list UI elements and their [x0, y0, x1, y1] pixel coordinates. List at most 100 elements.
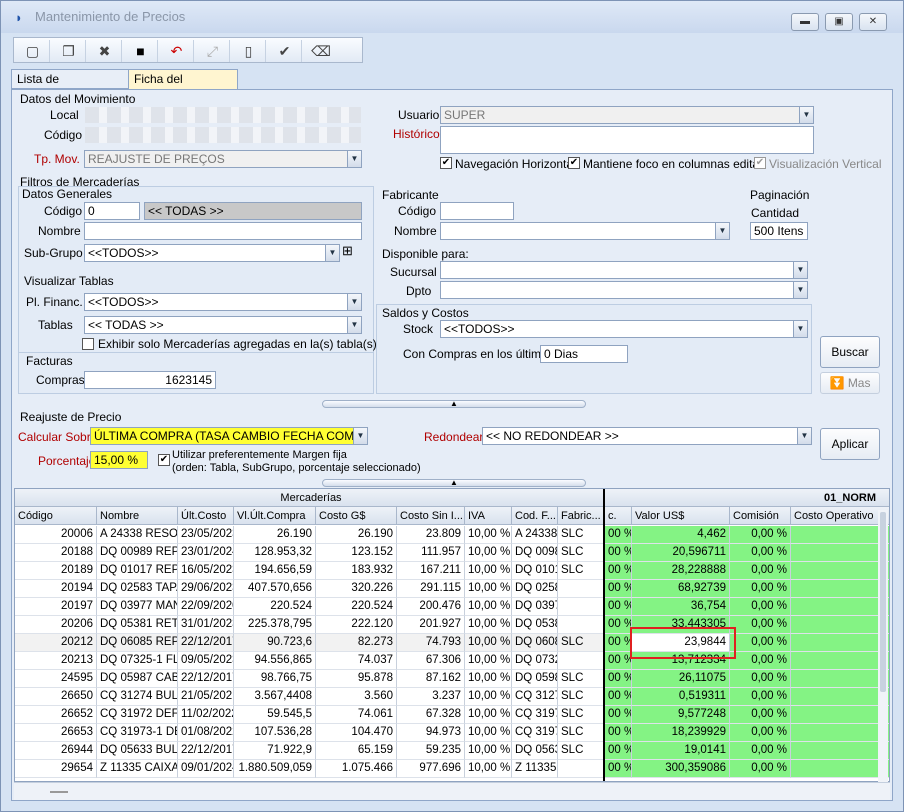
table-cell[interactable]: 98.766,75 — [234, 670, 316, 688]
table-cell[interactable]: 20188 — [15, 544, 97, 562]
table-cell[interactable]: 19,0141 — [632, 742, 730, 760]
table-cell[interactable]: 20189 — [15, 562, 97, 580]
table-cell[interactable]: 0,00 % — [730, 670, 791, 688]
table-cell[interactable]: DQ 0732 — [512, 652, 558, 670]
table-cell[interactable]: SLC — [558, 634, 605, 652]
aplicar-button[interactable]: Aplicar — [820, 428, 880, 460]
redondear-select[interactable]: << NO REDONDEAR >> ▼ — [482, 427, 812, 445]
table-cell[interactable]: 320.226 — [316, 580, 397, 598]
table-cell[interactable]: DQ 07325-1 FL — [97, 652, 178, 670]
table-cell[interactable]: 09/01/2024 — [178, 760, 234, 778]
table-cell[interactable]: 0 — [791, 706, 889, 724]
table-cell[interactable]: 0,00 % — [730, 616, 791, 634]
table-cell[interactable]: 00 % — [605, 670, 632, 688]
column-header[interactable]: Nombre — [97, 507, 178, 525]
table-cell[interactable]: 0,00 % — [730, 634, 791, 652]
table-cell[interactable]: 10,00 % — [465, 724, 512, 742]
table-cell[interactable]: 23.809 — [397, 526, 465, 544]
table-cell[interactable]: 3.560 — [316, 688, 397, 706]
table-cell[interactable]: 26652 — [15, 706, 97, 724]
table-cell[interactable]: 10,00 % — [465, 742, 512, 760]
table-cell[interactable]: 0,00 % — [730, 598, 791, 616]
fab-codigo-input[interactable] — [440, 202, 514, 220]
column-header[interactable]: c. — [605, 507, 632, 525]
table-cell[interactable]: 26650 — [15, 688, 97, 706]
table-cell[interactable]: 10,00 % — [465, 652, 512, 670]
column-header[interactable]: Fabric... — [558, 507, 605, 525]
table-cell[interactable]: 9,577248 — [632, 706, 730, 724]
table-cell[interactable]: 0 — [791, 670, 889, 688]
local-field[interactable] — [84, 106, 362, 124]
table-cell[interactable]: DQ 01017 REP. — [97, 562, 178, 580]
table-cell[interactable]: DQ 0258 — [512, 580, 558, 598]
table-cell[interactable]: 0 — [791, 544, 889, 562]
table-cell[interactable]: 20197 — [15, 598, 97, 616]
table-cell[interactable]: 977.696 — [397, 760, 465, 778]
table-cell[interactable]: 24595 — [15, 670, 97, 688]
table-cell[interactable]: 28,228888 — [632, 562, 730, 580]
table-cell[interactable]: CQ 3127 — [512, 688, 558, 706]
table-cell[interactable]: 0 — [791, 742, 889, 760]
table-cell[interactable]: 01/08/2022 — [178, 724, 234, 742]
visualizacion-checkbox[interactable]: ✔ — [754, 157, 766, 169]
table-cell[interactable]: 00 % — [605, 544, 632, 562]
table-cell[interactable]: 00 % — [605, 652, 632, 670]
table-cell[interactable]: 20213 — [15, 652, 97, 670]
margen-checkbox[interactable]: ✔ — [158, 454, 170, 466]
table-cell[interactable]: CQ 31274 BULO — [97, 688, 178, 706]
table-cell[interactable]: 300,359086 — [632, 760, 730, 778]
table-cell[interactable]: 3.237 — [397, 688, 465, 706]
table-cell[interactable]: A 24338 RESOI — [97, 526, 178, 544]
table-cell[interactable]: DQ 05987 CABI — [97, 670, 178, 688]
vertical-scrollbar[interactable] — [878, 510, 888, 782]
table-cell[interactable]: 65.159 — [316, 742, 397, 760]
historico-field[interactable] — [440, 126, 814, 154]
table-cell[interactable]: DQ 00989 REP. — [97, 544, 178, 562]
table-cell[interactable]: 20206 — [15, 616, 97, 634]
calcular-select[interactable]: ÚLTIMA COMPRA (TASA CAMBIO FECHA COMPRA)… — [90, 427, 368, 445]
table-cell[interactable]: 0 — [791, 760, 889, 778]
table-cell[interactable]: 00 % — [605, 706, 632, 724]
table-cell[interactable]: 26,11075 — [632, 670, 730, 688]
fab-nombre-select[interactable]: ▼ — [440, 222, 730, 240]
foco-checkbox[interactable]: ✔ — [568, 157, 580, 169]
column-header[interactable]: Código — [15, 507, 97, 525]
table-cell[interactable]: 222.120 — [316, 616, 397, 634]
table-cell[interactable]: 407.570,656 — [234, 580, 316, 598]
table-cell[interactable]: 0,00 % — [730, 562, 791, 580]
table-cell[interactable]: SLC — [558, 706, 605, 724]
table-cell[interactable]: 1.075.466 — [316, 760, 397, 778]
table-cell[interactable]: A 24338 — [512, 526, 558, 544]
table-cell[interactable]: SLC — [558, 544, 605, 562]
table-cell[interactable]: DQ 02583 TAPA — [97, 580, 178, 598]
table-cell[interactable]: Z 11335 — [512, 760, 558, 778]
table-cell[interactable]: 10,00 % — [465, 634, 512, 652]
table-cell[interactable]: DQ 0608 — [512, 634, 558, 652]
table-cell[interactable]: 0,00 % — [730, 652, 791, 670]
buscar-button[interactable]: Buscar — [820, 336, 880, 368]
table-cell[interactable]: 111.957 — [397, 544, 465, 562]
table-cell[interactable]: 67.306 — [397, 652, 465, 670]
splitter-bottom[interactable]: ▲ — [322, 479, 586, 487]
table-cell[interactable]: 29/06/2023 — [178, 580, 234, 598]
column-header[interactable]: Vl.Últ.Compra — [234, 507, 316, 525]
table-cell[interactable]: 82.273 — [316, 634, 397, 652]
tablas-select[interactable]: << TODAS >> ▼ — [84, 316, 362, 334]
table-cell[interactable]: 0 — [791, 724, 889, 742]
tab-lista-movimientos[interactable]: Lista de Movimientos — [11, 69, 129, 104]
eraser-icon[interactable]: ⌫ — [304, 40, 338, 62]
column-header[interactable]: IVA — [465, 507, 512, 525]
table-cell[interactable]: 10,00 % — [465, 562, 512, 580]
column-header[interactable]: Costo G$ — [316, 507, 397, 525]
stock-select[interactable]: <<TODOS>> ▼ — [440, 320, 808, 338]
splitter-top[interactable]: ▲ — [322, 400, 586, 408]
filtro-codigo-input[interactable]: 0 — [84, 202, 140, 220]
table-cell[interactable]: 20212 — [15, 634, 97, 652]
table-cell[interactable]: 0 — [791, 562, 889, 580]
vertical-scroll-thumb[interactable] — [880, 512, 886, 692]
table-cell[interactable]: 22/09/2020 — [178, 598, 234, 616]
porcentaje-input[interactable]: 15,00 % — [90, 451, 148, 469]
table-cell[interactable]: 104.470 — [316, 724, 397, 742]
subgrupo-select[interactable]: <<TODOS>> ▼ — [84, 244, 340, 262]
table-cell[interactable]: 167.211 — [397, 562, 465, 580]
